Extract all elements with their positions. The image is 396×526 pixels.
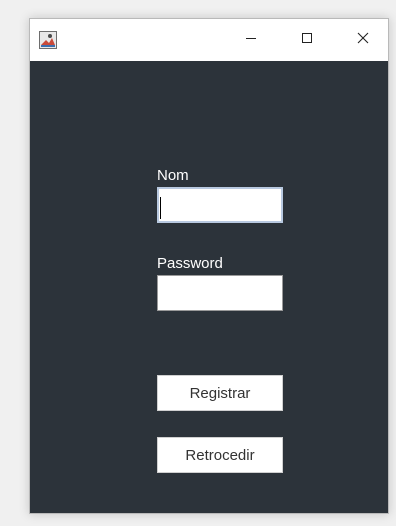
- nom-label: Nom: [157, 167, 189, 184]
- close-button[interactable]: [340, 19, 386, 61]
- maximize-button[interactable]: [284, 19, 330, 61]
- close-icon: [357, 31, 369, 49]
- text-caret: [160, 197, 161, 219]
- maximize-icon: [301, 31, 313, 49]
- minimize-icon: [245, 31, 257, 49]
- java-app-icon: [39, 31, 57, 49]
- password-label: Password: [157, 255, 223, 272]
- nom-input[interactable]: [157, 187, 283, 223]
- register-button[interactable]: Registrar: [157, 375, 283, 411]
- login-window: Nom Password Registrar Retrocedir: [29, 18, 389, 514]
- back-button[interactable]: Retrocedir: [157, 437, 283, 473]
- password-input[interactable]: [157, 275, 283, 311]
- minimize-button[interactable]: [228, 19, 274, 61]
- title-bar[interactable]: [30, 19, 388, 61]
